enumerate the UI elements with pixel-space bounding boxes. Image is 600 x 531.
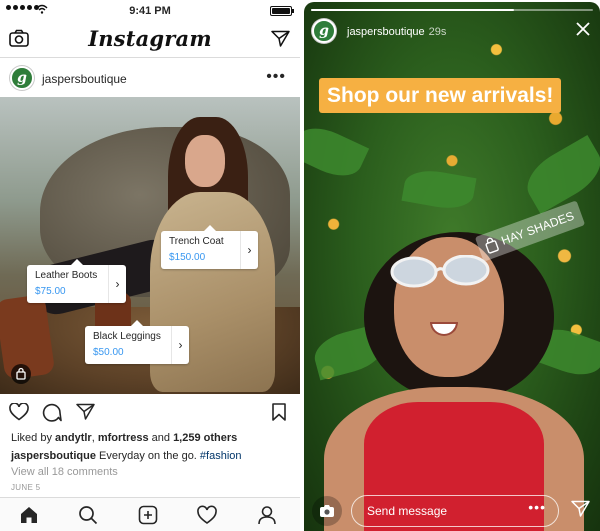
- product-tag-black-leggings[interactable]: Black Leggings $50.00 ›: [85, 320, 189, 364]
- liker-link[interactable]: mfortress: [98, 432, 149, 444]
- caption-hashtag[interactable]: #fashion: [200, 450, 242, 462]
- caption-text: Everyday on the go.: [95, 450, 200, 462]
- photo-model-face: [185, 135, 225, 187]
- caption-username[interactable]: jaspersboutique: [11, 450, 96, 462]
- camera-icon: [320, 505, 334, 517]
- shopping-bag-icon[interactable]: [11, 364, 31, 384]
- battery-icon: [270, 6, 294, 16]
- product-tag-leather-boots[interactable]: Leather Boots $75.00 ›: [27, 259, 126, 303]
- add-icon[interactable]: [138, 505, 158, 525]
- story-leaf: [518, 135, 600, 214]
- search-icon[interactable]: [78, 505, 98, 525]
- product-sticker[interactable]: HAY SHADES: [474, 200, 586, 262]
- story-avatar[interactable]: g: [312, 19, 336, 43]
- likes-prefix: Liked by: [11, 432, 56, 444]
- comment-icon[interactable]: [42, 403, 62, 422]
- heart-icon[interactable]: [9, 403, 29, 421]
- bottom-tab-bar: [0, 497, 300, 531]
- story-text-banner: Shop our new arrivals!: [319, 78, 562, 113]
- story-progress-bar: [311, 9, 593, 11]
- direct-icon[interactable]: [571, 500, 590, 517]
- direct-icon[interactable]: [271, 30, 290, 47]
- post-actions: [0, 398, 300, 428]
- likes-summary: Liked by andytlr, mfortress and 1,259 ot…: [11, 432, 237, 444]
- post-caption: jaspersboutique Everyday on the go. #fas…: [11, 450, 242, 462]
- bookmark-icon[interactable]: [272, 403, 286, 421]
- product-tag-price: $75.00: [35, 286, 66, 297]
- status-bar: 9:41 PM: [0, 0, 300, 22]
- product-tag-name: Trench Coat: [169, 236, 224, 247]
- instagram-logo: Instagram: [88, 26, 212, 51]
- close-icon[interactable]: [576, 22, 590, 36]
- likes-others-link[interactable]: 1,259 others: [173, 432, 237, 444]
- story-screen[interactable]: g jaspersboutique 29s Shop our new arriva…: [304, 2, 600, 531]
- story-person-sunglasses: [390, 255, 490, 288]
- product-tag-price: $50.00: [93, 347, 124, 358]
- post-header: g jaspersboutique •••: [0, 60, 300, 96]
- view-comments-link[interactable]: View all 18 comments: [11, 466, 118, 478]
- story-leaf: [401, 166, 477, 213]
- product-tag-price: $150.00: [169, 252, 206, 263]
- send-message-input[interactable]: Send message •••: [351, 495, 559, 527]
- chevron-right-icon[interactable]: ›: [171, 326, 189, 364]
- story-camera-button[interactable]: [312, 496, 342, 526]
- send-message-placeholder: Send message: [367, 504, 448, 518]
- status-time: 9:41 PM: [129, 5, 171, 17]
- profile-icon[interactable]: [257, 505, 277, 525]
- product-tag-trench-coat[interactable]: Trench Coat $150.00 ›: [161, 225, 258, 269]
- likes-and: and: [148, 432, 174, 444]
- chevron-right-icon[interactable]: ›: [240, 231, 258, 269]
- feed-screen: 9:41 PM Instagram g jaspersboutique ••• …: [0, 0, 300, 531]
- more-options-button[interactable]: •••: [266, 68, 286, 86]
- story-age: 29s: [428, 26, 447, 38]
- liker-link[interactable]: andytlr: [55, 432, 92, 444]
- chevron-right-icon[interactable]: ›: [108, 265, 126, 303]
- shopping-bag-icon: [485, 237, 499, 254]
- home-icon[interactable]: [19, 505, 39, 525]
- avatar[interactable]: g: [10, 66, 34, 90]
- story-leaf: [304, 119, 370, 185]
- activity-icon[interactable]: [197, 505, 217, 525]
- post-date: JUNE 5: [11, 483, 41, 492]
- more-options-button[interactable]: •••: [528, 499, 546, 515]
- post-username[interactable]: jaspersboutique: [42, 72, 127, 86]
- product-tag-name: Leather Boots: [35, 270, 98, 281]
- story-header: jaspersboutique 29s: [347, 26, 446, 38]
- product-tag-name: Black Leggings: [93, 331, 161, 342]
- product-sticker-label: HAY SHADES: [499, 208, 576, 248]
- share-icon[interactable]: [76, 403, 95, 420]
- story-username[interactable]: jaspersboutique: [347, 26, 425, 38]
- top-nav: Instagram: [0, 22, 300, 58]
